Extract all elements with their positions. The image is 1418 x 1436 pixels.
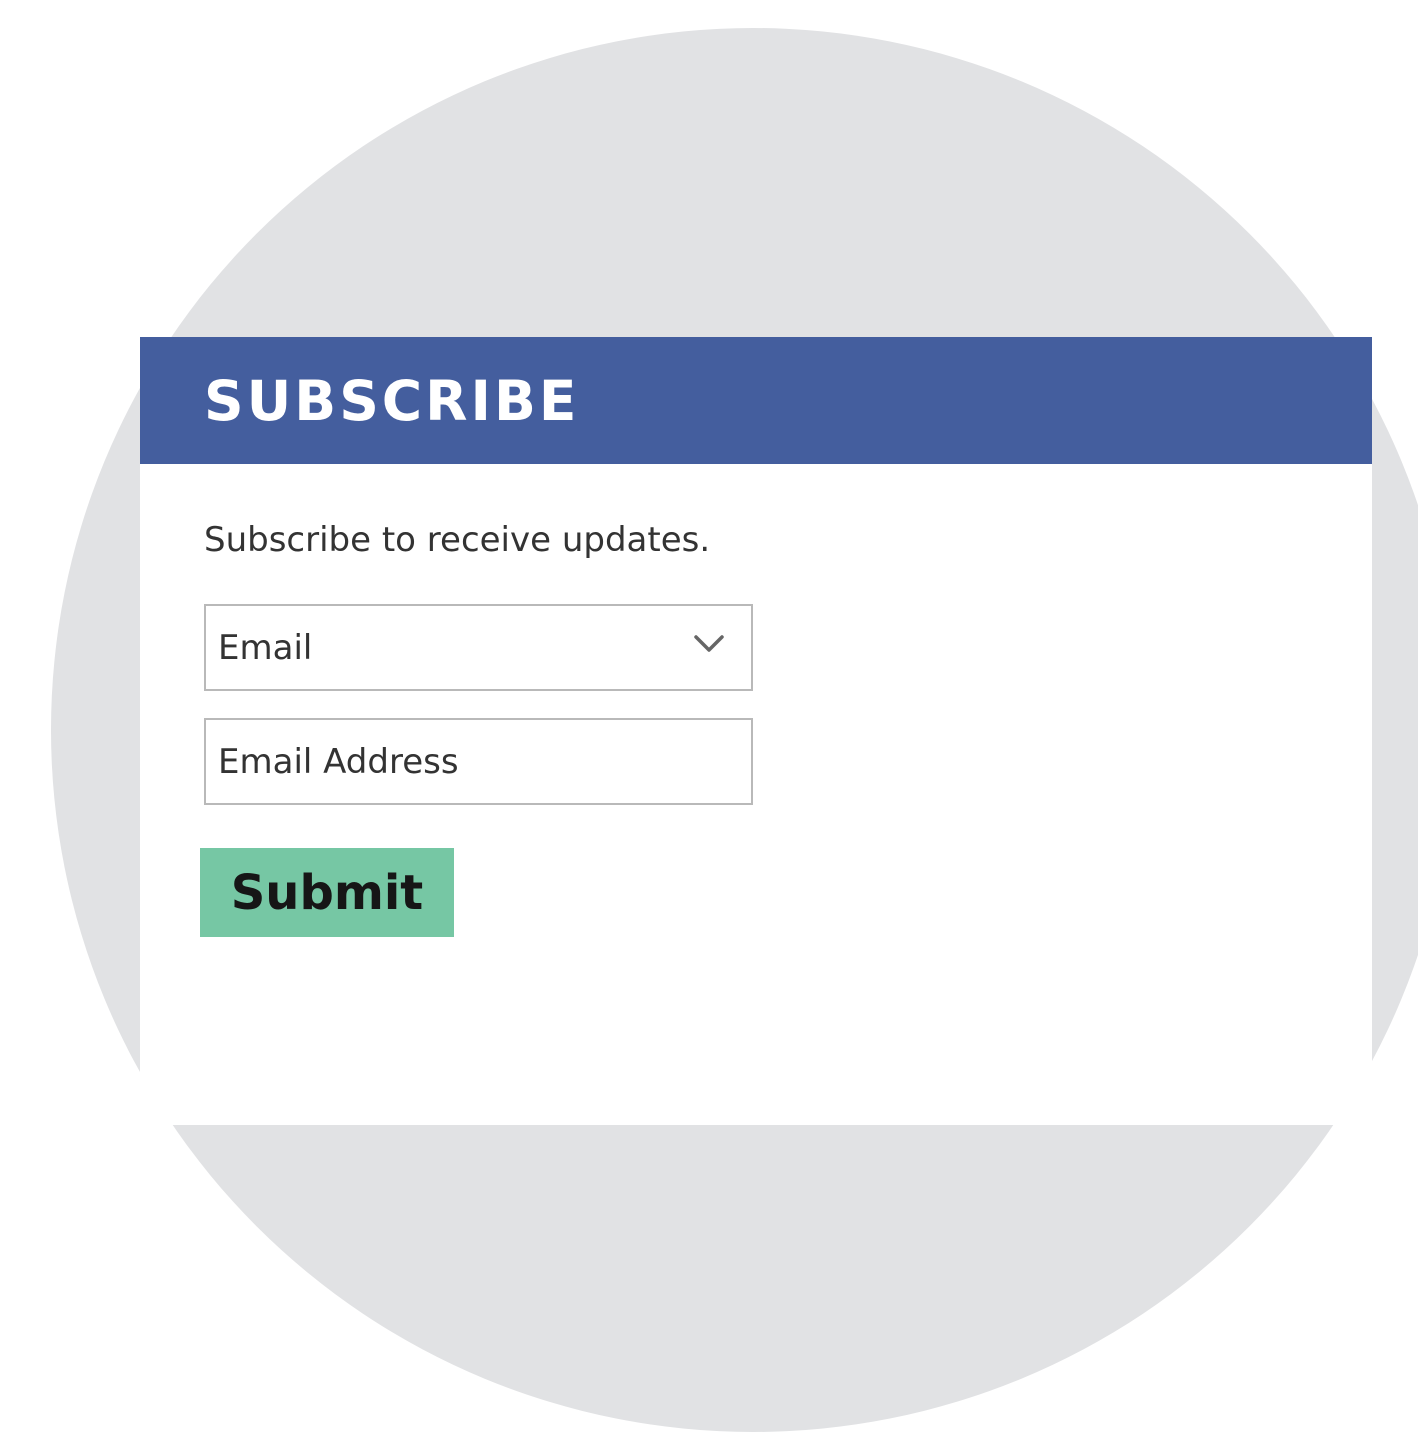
submit-label: Submit [230, 864, 424, 921]
subscribe-card: SUBSCRIBE Subscribe to receive updates. … [140, 337, 1372, 1125]
subscription-method-select[interactable]: Email [204, 604, 753, 691]
email-address-input[interactable]: Email Address [204, 718, 753, 805]
submit-button[interactable]: Submit [200, 848, 454, 937]
select-value: Email [218, 627, 313, 668]
intro-text: Subscribe to receive updates. [204, 520, 711, 560]
chevron-down-icon [694, 635, 724, 652]
card-header: SUBSCRIBE [140, 337, 1372, 464]
email-address-placeholder: Email Address [218, 741, 459, 782]
page: SUBSCRIBE Subscribe to receive updates. … [0, 0, 1418, 1436]
card-title: SUBSCRIBE [204, 369, 580, 433]
